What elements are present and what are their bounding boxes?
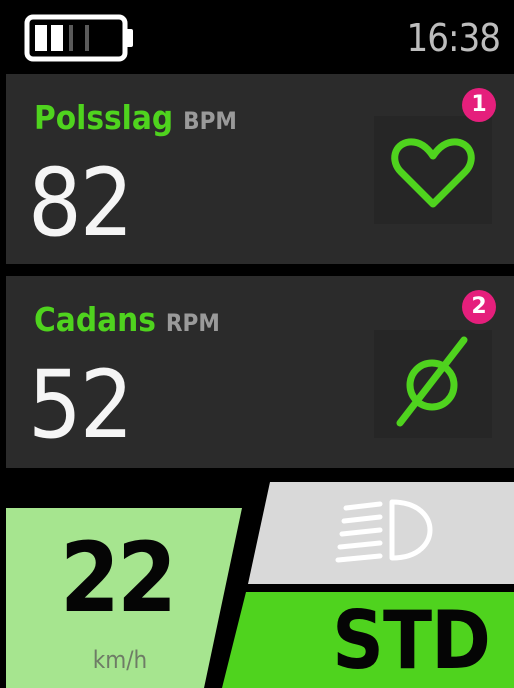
bottom-section: 22 km/h STD: [0, 468, 514, 688]
heart-rate-value: 82: [28, 149, 134, 258]
cadence-title: Cadans RPM: [34, 300, 220, 339]
heart-rate-label: Polsslag: [34, 98, 174, 137]
cadence-label: Cadans: [34, 300, 156, 339]
heart-icon-box[interactable]: [374, 116, 492, 224]
cadence-unit: RPM: [165, 309, 220, 337]
sensor-badge-2: 2: [462, 290, 496, 324]
heart-rate-panel[interactable]: Polsslag BPM 82 1: [6, 74, 514, 264]
status-bar: 16:38: [0, 0, 514, 74]
speed-value: 22: [59, 522, 177, 634]
assist-mode-label[interactable]: STD: [326, 596, 496, 686]
clock-time: 16:38: [406, 16, 501, 60]
heart-rate-unit: BPM: [183, 107, 237, 135]
light-toggle[interactable]: [250, 482, 514, 584]
heart-rate-title: Polsslag BPM: [34, 98, 237, 137]
battery-icon: [24, 14, 133, 62]
heart-icon: [391, 138, 475, 208]
cadence-icon-box[interactable]: [374, 330, 492, 438]
speed-unit: km/h: [92, 646, 148, 674]
cadence-icon: [396, 336, 468, 427]
sensor-badge-1: 1: [462, 88, 496, 122]
cadence-value: 52: [28, 351, 134, 460]
cadence-panel[interactable]: Cadans RPM 52 2: [6, 276, 514, 468]
